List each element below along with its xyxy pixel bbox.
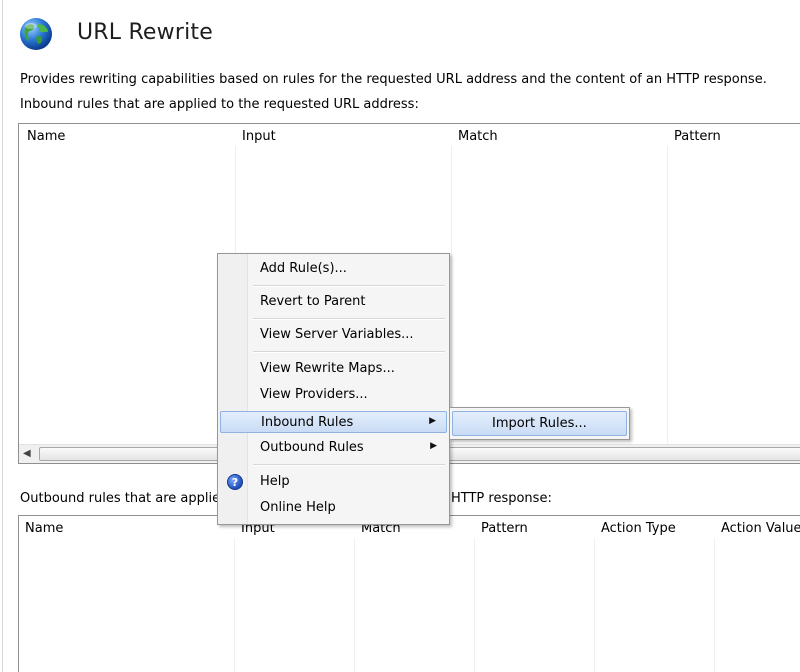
menu-separator — [253, 464, 445, 466]
menu-separator — [253, 318, 445, 320]
column-header-match[interactable]: Match — [458, 129, 498, 144]
column-header-pattern[interactable]: Pattern — [674, 129, 721, 144]
page-title: URL Rewrite — [77, 20, 213, 45]
column-divider — [594, 538, 595, 672]
menu-item-online-help[interactable]: Online Help — [220, 497, 447, 519]
outbound-rules-caption: Outbound rules that are applie — [20, 491, 221, 506]
column-header-action-type[interactable]: Action Type — [601, 521, 676, 536]
submenu-arrow-icon: ▶ — [430, 441, 437, 451]
menu-item-label: Help — [260, 474, 290, 489]
column-divider — [234, 538, 235, 672]
menu-item-outbound-rules[interactable]: Outbound Rules ▶ — [220, 437, 447, 459]
menu-item-add-rules[interactable]: Add Rule(s)... — [220, 258, 447, 280]
column-header-input[interactable]: Input — [242, 129, 276, 144]
menu-item-label: View Rewrite Maps... — [260, 361, 395, 376]
inbound-rules-caption: Inbound rules that are applied to the re… — [20, 97, 419, 112]
menu-separator — [253, 285, 445, 287]
menu-item-label: Add Rule(s)... — [260, 261, 347, 276]
menu-item-label: Import Rules... — [492, 416, 587, 431]
scroll-left-arrow-icon[interactable]: ◀ — [23, 448, 31, 459]
inbound-rules-submenu: Import Rules... — [449, 407, 630, 440]
menu-item-revert-to-parent[interactable]: Revert to Parent — [220, 291, 447, 313]
help-icon: ? — [227, 474, 243, 490]
menu-item-view-rewrite-maps[interactable]: View Rewrite Maps... — [220, 358, 447, 380]
column-divider — [714, 538, 715, 672]
menu-item-help[interactable]: ? Help — [220, 471, 447, 493]
outbound-rules-list[interactable]: Name Input Match Pattern Action Type Act… — [18, 515, 800, 672]
menu-item-import-rules[interactable]: Import Rules... — [452, 411, 627, 436]
menu-item-label: Revert to Parent — [260, 294, 366, 309]
menu-separator — [253, 351, 445, 353]
column-divider — [667, 146, 668, 443]
menu-item-label: Online Help — [260, 500, 336, 515]
menu-item-label: View Providers... — [260, 387, 368, 402]
column-header-pattern[interactable]: Pattern — [481, 521, 528, 536]
column-divider — [354, 538, 355, 672]
menu-item-label: Outbound Rules — [260, 440, 364, 455]
column-header-action-value[interactable]: Action Value — [721, 521, 800, 536]
globe-icon — [20, 18, 52, 50]
menu-item-view-server-variables[interactable]: View Server Variables... — [220, 324, 447, 346]
menu-item-label: View Server Variables... — [260, 327, 414, 342]
column-divider — [474, 538, 475, 672]
context-menu: Add Rule(s)... Revert to Parent View Ser… — [217, 253, 450, 525]
column-divider — [451, 146, 452, 443]
column-header-name[interactable]: Name — [27, 129, 65, 144]
menu-item-inbound-rules[interactable]: Inbound Rules ▶ — [220, 411, 447, 433]
menu-item-label: Inbound Rules — [261, 415, 354, 430]
window-edge — [2, 0, 3, 672]
page-description: Provides rewriting capabilities based on… — [20, 72, 767, 87]
column-header-name[interactable]: Name — [25, 521, 63, 536]
menu-item-view-providers[interactable]: View Providers... — [220, 384, 447, 406]
outbound-rules-caption-end: HTTP response: — [451, 491, 552, 506]
submenu-arrow-icon: ▶ — [429, 416, 436, 426]
